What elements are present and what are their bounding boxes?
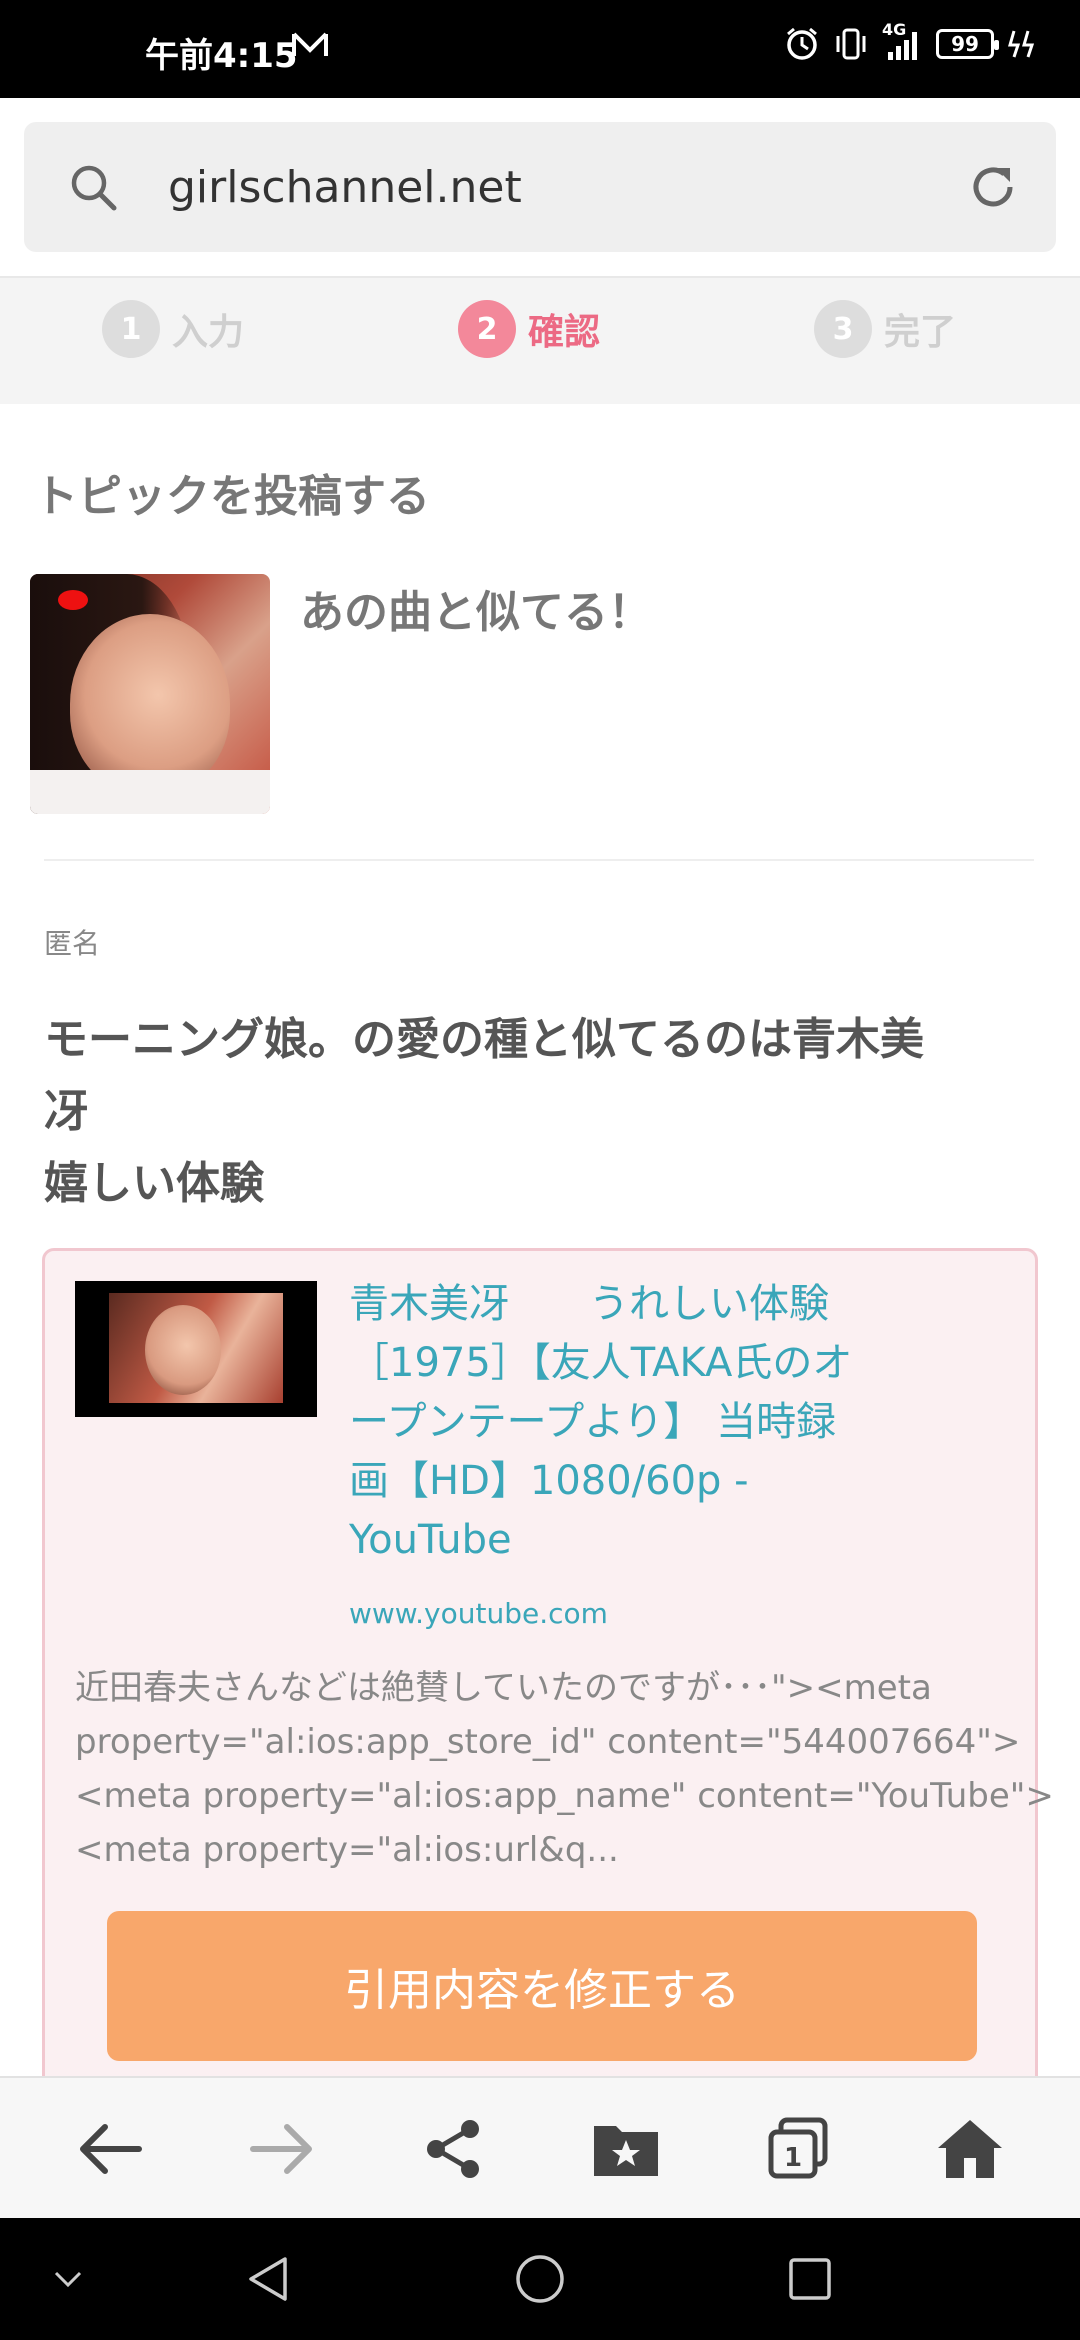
comment-line: 冴 [44, 1086, 88, 1137]
step-complete: 3 完了 [814, 300, 956, 358]
browser-address-area: girlschannel.net [0, 98, 1080, 276]
link-title-line[interactable]: ［1975］【友人TAKA氏のオ [349, 1334, 909, 1393]
main-content: トピックを投稿する あの曲と似てる！ 匿名 モーニング娘。の愛の種と似てるのは青… [0, 404, 1080, 2108]
link-title-line[interactable]: 青木美冴 うれしい体験 [349, 1275, 909, 1334]
page-title: トピックを投稿する [34, 471, 430, 522]
vibrate-icon [834, 26, 868, 62]
link-description: 近田春夫さんなどは絶賛していたのですが･･･"><meta property="… [75, 1661, 1054, 1877]
edit-quote-button[interactable]: 引用内容を修正する [107, 1911, 977, 2061]
step-number: 1 [102, 300, 160, 358]
system-recents-icon[interactable] [750, 2218, 870, 2340]
status-icons: 4G 99 [784, 20, 1042, 62]
comment-body: モーニング娘。の愛の種と似てるのは青木美 冴 嬉しい体験 [44, 1004, 1034, 1220]
topic-thumbnail [30, 574, 270, 814]
mail-notification-icon [292, 30, 328, 60]
step-label: 確認 [528, 312, 601, 353]
system-back-icon[interactable] [208, 2218, 328, 2340]
system-home-icon[interactable] [480, 2218, 600, 2340]
comment-author: 匿名 [44, 927, 101, 960]
comment-line: モーニング娘。の愛の種と似てるのは青木美 [44, 1014, 924, 1065]
step-label: 入力 [172, 312, 245, 353]
forward-arrow-icon[interactable] [212, 2078, 352, 2220]
step-number: 2 [458, 300, 516, 358]
description-line: <meta property="al:ios:url&q... [75, 1830, 619, 1870]
link-domain[interactable]: www.youtube.com [349, 1597, 608, 1630]
browser-toolbar: 1 [0, 2076, 1080, 2218]
home-icon[interactable] [900, 2078, 1040, 2220]
comment-line: 嬉しい体験 [44, 1158, 264, 1209]
link-title-line[interactable]: ープンテープより】 当時録 [349, 1393, 909, 1452]
status-bar: 午前4:15 4G 99 [0, 0, 1080, 98]
progress-steps: 1 入力 2 確認 3 完了 [0, 276, 1080, 404]
video-thumbnail[interactable] [75, 1281, 317, 1417]
battery-icon: 99 [936, 29, 999, 59]
search-icon [68, 162, 120, 218]
step-input: 1 入力 [102, 300, 244, 358]
link-title-line[interactable]: YouTube [349, 1511, 909, 1570]
step-label: 完了 [884, 312, 957, 353]
step-confirm: 2 確認 [458, 300, 600, 358]
step-number: 3 [814, 300, 872, 358]
tabs-icon[interactable]: 1 [728, 2078, 868, 2220]
hide-nav-icon[interactable] [8, 2218, 128, 2340]
description-line: property="al:ios:app_store_id" content="… [75, 1722, 1021, 1762]
tabs-count: 1 [784, 2143, 802, 2173]
battery-level: 99 [951, 32, 979, 56]
link-title-line[interactable]: 画【HD】1080/60p - [349, 1452, 909, 1511]
topic-headline: あの曲と似てる！ [300, 587, 652, 638]
reload-icon[interactable] [966, 160, 1020, 218]
system-navigation-bar [0, 2218, 1080, 2340]
share-icon[interactable] [384, 2078, 524, 2220]
status-time: 午前4:15 [145, 36, 298, 76]
url-text[interactable]: girlschannel.net [168, 162, 522, 213]
network-type: 4G [882, 20, 907, 39]
link-title[interactable]: 青木美冴 うれしい体験 ［1975］【友人TAKA氏のオ ープンテープより】 当… [349, 1275, 909, 1570]
alarm-icon [784, 26, 820, 62]
address-bar[interactable]: girlschannel.net [24, 122, 1056, 252]
charging-icon [1008, 27, 1042, 61]
description-line: 近田春夫さんなどは絶賛していたのですが･･･"><meta [75, 1668, 932, 1708]
signal-icon: 4G [882, 20, 922, 62]
link-preview-card: 青木美冴 うれしい体験 ［1975］【友人TAKA氏のオ ープンテープより】 当… [42, 1248, 1054, 2108]
bookmark-folder-icon[interactable] [556, 2078, 696, 2220]
description-line: <meta property="al:ios:app_name" content… [75, 1776, 1054, 1816]
back-arrow-icon[interactable] [40, 2078, 180, 2220]
divider [44, 859, 1034, 861]
